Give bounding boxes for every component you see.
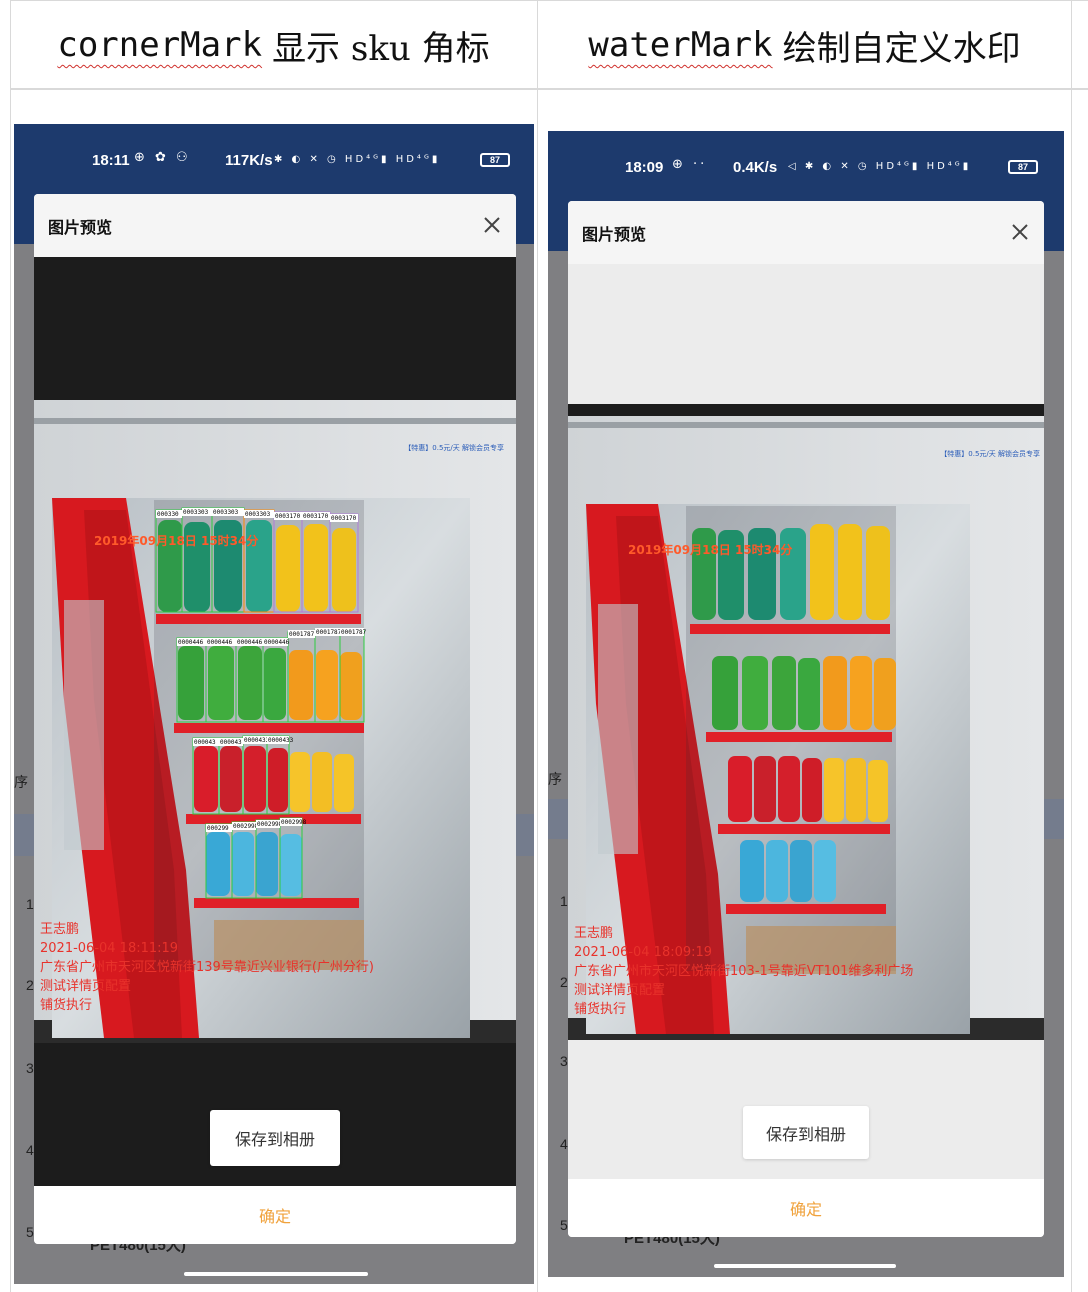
fridge-photo-svg: 【特惠】0.5元/天 解锁会员专享 xyxy=(568,404,1044,1040)
close-icon[interactable] xyxy=(1008,220,1032,244)
save-to-album-button[interactable]: 保存到相册 xyxy=(743,1106,869,1159)
close-icon[interactable] xyxy=(480,213,504,237)
sku-label: 0001787 xyxy=(316,629,342,636)
watermark-datetime: 2021-06-04 18:09:19 xyxy=(574,945,712,960)
sku-label: 0000433 xyxy=(244,737,270,744)
shelf xyxy=(706,732,892,742)
price-tag: 【特惠】0.5元/天 解锁会员专享 xyxy=(404,443,504,452)
bottle-row-3 xyxy=(728,756,888,822)
right-phone-screenshot: 18:09 ⊕ ·· 0.4K/s ◁ ✱ ◐ ✕ ◷ HD⁴ᴳ▮ HD⁴ᴳ▮ … xyxy=(548,131,1064,1277)
sku-label: 000299 xyxy=(207,825,229,832)
watermark-line5: 铺货执行 xyxy=(40,997,92,1013)
corner-mark-code: cornerMark xyxy=(57,25,263,65)
system-status-icons: ◁ ✱ ◐ ✕ ◷ HD⁴ᴳ▮ HD⁴ᴳ▮ xyxy=(788,161,972,172)
image-preview-dialog: 图片预览 【特惠】0.5元/天 解锁会员专享 xyxy=(568,201,1044,1237)
network-speed: 117K/s xyxy=(225,152,273,169)
sku-label: 0003303 xyxy=(213,509,239,516)
sku-label: 0002998 xyxy=(257,821,283,828)
watermark-address: 广东省广州市天河区悦新街103-1号靠近VT101维多利广场 xyxy=(574,963,913,979)
price-tag: 【特惠】0.5元/天 解锁会员专享 xyxy=(940,449,1040,458)
watermark-line4: 测试详情页配置 xyxy=(574,983,665,998)
sku-label: 0001787 xyxy=(289,631,315,638)
system-status-icons: ✱ ◐ ✕ ◷ HD⁴ᴳ▮ HD⁴ᴳ▮ xyxy=(274,154,441,165)
table-border-top xyxy=(10,0,1088,1)
home-indicator[interactable] xyxy=(184,1272,368,1276)
photo-date-stamp: 2019年09月18日 15时34分 xyxy=(628,542,792,557)
bottle-row-4 xyxy=(206,832,302,896)
photo-date-stamp: 2019年09月18日 15时34分 xyxy=(94,533,258,548)
sku-label: 0003303 xyxy=(183,509,209,516)
dialog-title: 图片预览 xyxy=(34,194,516,257)
image-preview-dialog: 图片预览 【特惠】0.5元/天 解锁会员专享 xyxy=(34,194,516,1244)
confirm-button[interactable]: 确定 xyxy=(34,1186,516,1244)
sku-label: 0003170 xyxy=(303,513,329,520)
sku-label: 0003170 xyxy=(275,513,301,520)
confirm-button[interactable]: 确定 xyxy=(568,1179,1044,1237)
left-column-header: cornerMark 显示 sku 角标 xyxy=(10,2,537,88)
sku-label: 0003303 xyxy=(245,511,271,518)
bottle-row-4 xyxy=(740,840,836,902)
sku-label: 0000446 xyxy=(237,639,263,646)
watermark-address: 广东省广州市天河区悦新街139号靠近兴业银行(广州分行) xyxy=(40,959,374,975)
table-border-middle xyxy=(537,0,538,1292)
status-time: 18:09 xyxy=(625,159,664,176)
home-indicator[interactable] xyxy=(714,1264,896,1268)
sku-label: 000043 xyxy=(194,739,216,746)
preview-photo: 【特惠】0.5元/天 解锁会员专享 xyxy=(34,400,516,1043)
table-border-right xyxy=(1071,0,1072,1292)
watermark-line5: 铺货执行 xyxy=(574,1001,626,1017)
sku-label: 0000446 xyxy=(264,639,290,646)
shelf xyxy=(194,898,359,908)
watermark-name: 王志鹏 xyxy=(40,922,79,937)
sku-label: 000330 xyxy=(157,511,179,518)
sku-label: 000043 xyxy=(220,739,242,746)
table-border-left xyxy=(10,0,11,1292)
notification-icons: ⊕ ✿ ⚇ xyxy=(134,150,191,165)
sku-label: 0000433 xyxy=(268,737,294,744)
watermark-line4: 测试详情页配置 xyxy=(40,979,131,994)
sku-label: 0000446 xyxy=(207,639,233,646)
right-column-header: waterMark 绘制自定义水印 xyxy=(538,2,1071,88)
battery-icon: 87 xyxy=(480,153,510,167)
fridge-photo-svg: 【特惠】0.5元/天 解锁会员专享 xyxy=(34,400,516,1043)
sku-label: 0002998 xyxy=(281,819,307,826)
table-header-divider xyxy=(10,88,1088,90)
dialog-title: 图片预览 xyxy=(568,201,1044,264)
status-time: 18:11 xyxy=(92,152,130,169)
top-frame xyxy=(34,418,516,424)
network-speed: 0.4K/s xyxy=(733,159,778,176)
shelf xyxy=(174,723,364,733)
sku-label: 0002998 xyxy=(233,823,259,830)
shelf xyxy=(156,614,361,624)
sku-label: 0003170 xyxy=(331,515,357,522)
right-header-text: 绘制自定义水印 xyxy=(782,28,1021,69)
water-mark-code: waterMark xyxy=(588,25,773,65)
shelf xyxy=(690,624,890,634)
sku-label: 0000446 xyxy=(178,639,204,646)
save-to-album-button[interactable]: 保存到相册 xyxy=(210,1110,340,1166)
bottle-row-1 xyxy=(692,524,890,620)
shelf xyxy=(726,904,886,914)
left-header-text: 显示 sku 角标 xyxy=(272,28,490,69)
watermark-datetime: 2021-06-04 18:11:19 xyxy=(40,941,178,956)
watermark-name: 王志鹏 xyxy=(574,926,613,941)
notification-icons: ⊕ ·· xyxy=(672,157,708,172)
battery-icon: 87 xyxy=(1008,160,1038,174)
bottle-row-3 xyxy=(194,746,354,812)
sku-label: 0001787 xyxy=(341,629,367,636)
preview-photo: 【特惠】0.5元/天 解锁会员专享 xyxy=(568,404,1044,1040)
shelf xyxy=(718,824,890,834)
left-phone-screenshot: 18:11 ⊕ ✿ ⚇ 117K/s ✱ ◐ ✕ ◷ HD⁴ᴳ▮ HD⁴ᴳ▮ 8… xyxy=(14,124,534,1284)
